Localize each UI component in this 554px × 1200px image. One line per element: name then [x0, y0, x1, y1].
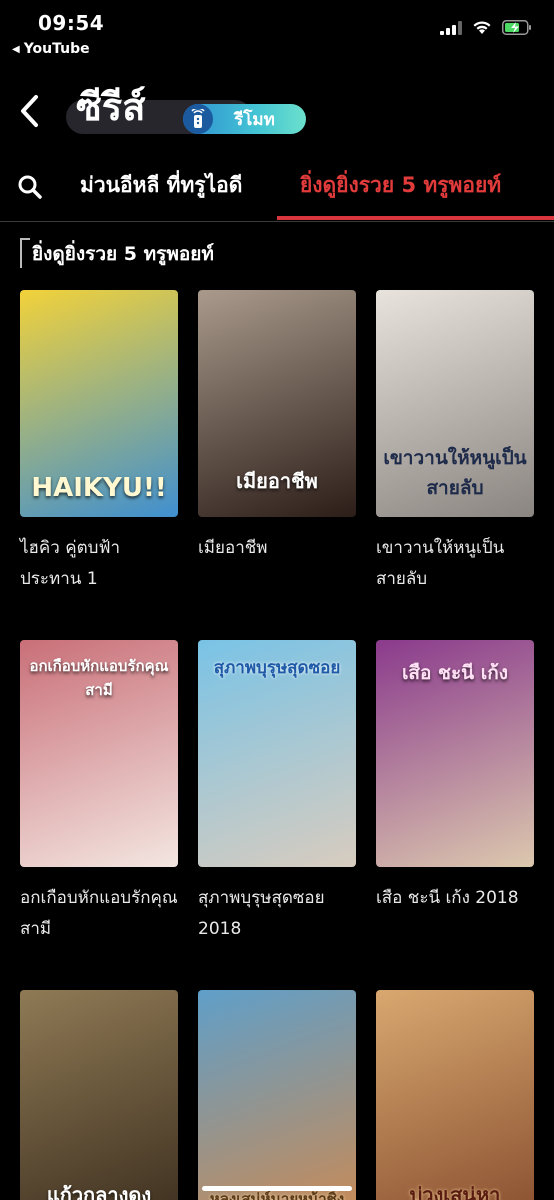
series-poster[interactable]: เมียอาชีพ — [198, 290, 356, 517]
section-marker — [20, 238, 30, 268]
tab-ying-du-ying-ruay[interactable]: ยิ่งดูยิ่งรวย 5 ทรูพอยท์ — [300, 170, 501, 200]
section-header: ยิ่งดูยิ่งรวย 5 ทรูพอยท์ — [20, 238, 214, 270]
series-poster[interactable]: อกเกือบหักแอบรักคุณสามี — [20, 640, 178, 867]
series-poster[interactable]: เขาวานให้หนูเป็นสายลับ — [376, 290, 534, 517]
battery-charging-icon — [502, 20, 531, 35]
chevron-left-icon — [21, 95, 38, 127]
series-poster[interactable]: หลงเสน่ห์นายหน้าชิ้ง — [198, 990, 356, 1200]
wifi-icon — [473, 21, 491, 34]
series-poster[interactable]: แก้วกลางดง — [20, 990, 178, 1200]
series-title[interactable]: เขาวานให้หนูเป็นสายลับ — [376, 533, 536, 595]
poster-title-text: เมียอาชีพ — [236, 469, 318, 493]
series-poster[interactable]: บ่วงเสน่หา — [376, 990, 534, 1200]
poster-title-text: อกเกือบหักแอบรักคุณสามี — [29, 657, 169, 699]
series-title[interactable]: สุภาพบุรุษสุดซอย 2018 — [198, 883, 358, 945]
status-icons — [440, 20, 532, 35]
poster-title-text: HAIKYU!! — [31, 473, 167, 503]
tab-muan-ee-lee[interactable]: ม่วนอีหลี ที่ทรูไอดี — [80, 170, 242, 200]
remote-button[interactable]: รีโมท — [183, 104, 306, 134]
status-time: 09:54 — [38, 11, 105, 35]
poster-title-text: เขาวานให้หนูเป็นสายลับ — [383, 447, 527, 499]
search-icon[interactable] — [17, 174, 43, 200]
poster-title-text: เสือ ชะนี เก้ง — [401, 662, 509, 684]
back-to-app-link[interactable]: ◀ YouTube — [12, 41, 90, 57]
cellular-signal-icon — [440, 20, 462, 35]
series-title[interactable]: ไฮคิว คู่ตบฟ้าประทาน 1 — [20, 533, 180, 595]
active-tab-indicator — [277, 216, 554, 220]
home-indicator[interactable] — [202, 1186, 352, 1191]
header: ซีรีส์ รีโมท — [0, 80, 554, 144]
status-bar: 09:54 ◀ YouTube — [0, 0, 554, 66]
series-poster[interactable]: HAIKYU!! — [20, 290, 178, 517]
back-app-label: YouTube — [23, 41, 90, 57]
series-title[interactable]: เสือ ชะนี เก้ง 2018 — [376, 883, 536, 914]
poster-title-text: บ่วงเสน่หา — [409, 1183, 501, 1200]
poster-title-text: สุภาพบุรุษสุดซอย — [213, 658, 341, 678]
back-triangle-icon: ◀ — [12, 43, 20, 55]
tab-bar: ม่วนอีหลี ที่ทรูไอดี ยิ่งดูยิ่งรวย 5 ทรู… — [0, 150, 554, 222]
section-title: ยิ่งดูยิ่งรวย 5 ทรูพอยท์ — [32, 243, 214, 265]
poster-title-text: แก้วกลางดง — [46, 1183, 152, 1200]
remote-button-label: รีโมท — [234, 109, 275, 130]
back-button[interactable] — [12, 88, 48, 134]
remote-control-icon — [183, 104, 213, 134]
series-title[interactable]: เมียอาชีพ — [198, 533, 358, 564]
series-poster[interactable]: สุภาพบุรุษสุดซอย — [198, 640, 356, 867]
page-title: ซีรีส์ — [76, 85, 146, 129]
series-poster[interactable]: เสือ ชะนี เก้ง — [376, 640, 534, 867]
series-title[interactable]: อกเกือบหักแอบรักคุณสามี — [20, 883, 180, 945]
